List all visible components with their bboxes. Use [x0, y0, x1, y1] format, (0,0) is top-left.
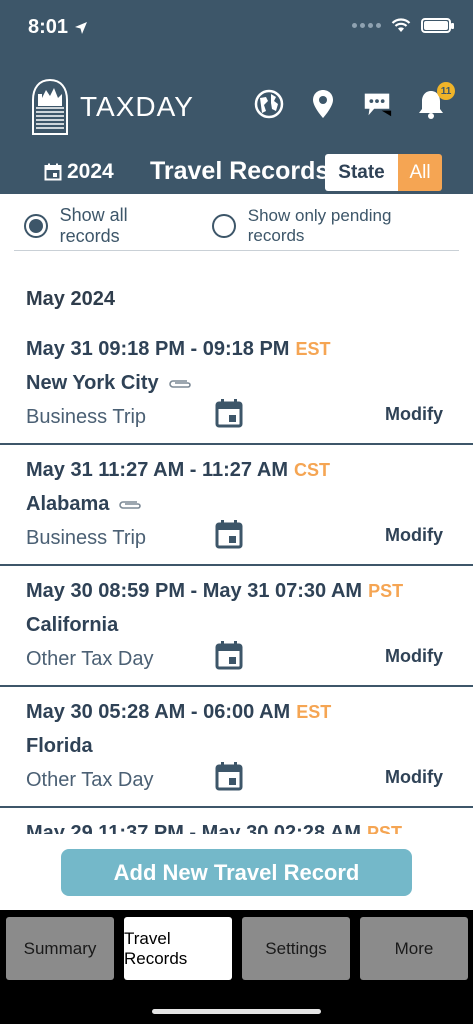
tab-label: Summary: [23, 938, 97, 958]
calendar-icon[interactable]: [215, 640, 243, 670]
divider: [14, 250, 459, 251]
globe-icon: [254, 89, 284, 119]
tab-settings[interactable]: Settings: [242, 917, 350, 980]
globe-button[interactable]: [253, 88, 285, 120]
tab-more[interactable]: More: [360, 917, 468, 980]
record-location-text: New York City: [26, 372, 159, 394]
modify-button[interactable]: Modify: [385, 646, 443, 667]
radio-show-pending-label: Show only pending records: [247, 206, 392, 245]
brand: TAXDAY: [30, 78, 194, 136]
paperclip-icon: [119, 500, 142, 509]
record-time-text: May 29 11:37 PM - May 30 02:28 AM: [26, 822, 361, 834]
record-time-range: May 31 09:18 PM - 09:18 PM EST: [26, 338, 330, 361]
record-time-text: May 31 11:27 AM - 11:27 AM: [26, 459, 288, 481]
record-timezone: EST: [296, 702, 332, 722]
brand-name: TAXDAY: [80, 91, 194, 122]
year-label: 2024: [67, 160, 114, 183]
segment-state[interactable]: State: [325, 154, 398, 191]
paperclip-icon: [168, 379, 191, 388]
record-location: New York City: [26, 372, 193, 395]
tab-label: Travel Records: [124, 928, 188, 968]
location-arrow-icon: [75, 21, 88, 34]
record-location: California: [26, 614, 118, 637]
record-time-text: May 30 08:59 PM - May 31 07:30 AM: [26, 580, 363, 602]
radio-show-pending[interactable]: Show only pending records: [212, 206, 449, 246]
travel-record-row[interactable]: May 30 08:59 PM - May 31 07:30 AM PST Cali…: [0, 566, 473, 687]
wifi-icon: [391, 18, 411, 32]
status-bar: 8:01: [0, 0, 473, 56]
status-time-text: 8:01: [28, 16, 69, 38]
add-travel-record-button[interactable]: Add New Travel Record: [61, 849, 412, 896]
modify-button[interactable]: Modify: [385, 404, 443, 425]
record-type: Other Tax Day: [26, 769, 154, 791]
add-button-area: Add New Travel Record: [0, 834, 473, 910]
calendar-icon[interactable]: [215, 761, 243, 791]
tab-summary[interactable]: Summary: [6, 917, 114, 980]
battery-icon: [421, 18, 454, 33]
radio-show-all[interactable]: Show all records: [24, 205, 190, 247]
record-location-text: California: [26, 614, 119, 636]
records-list[interactable]: May 2024 May 31 09:18 PM - 09:18 PM EST Ne…: [0, 252, 473, 834]
location-pin-icon: [313, 90, 333, 118]
record-location-text: Alabama: [26, 493, 110, 515]
header-actions: 11: [253, 82, 455, 120]
record-location-text: Florida: [26, 735, 93, 757]
signal-icon: [352, 23, 381, 28]
home-indicator: [152, 1009, 321, 1014]
record-time-range: May 29 11:37 PM - May 30 02:28 AM PST: [26, 822, 402, 834]
status-time: 8:01: [28, 16, 88, 39]
year-selector[interactable]: 2024: [44, 160, 114, 184]
travel-record-row[interactable]: May 31 11:27 AM - 11:27 AM CST Alabama Busi…: [0, 445, 473, 566]
month-header: May 2024: [26, 288, 115, 310]
modify-button[interactable]: Modify: [385, 767, 443, 788]
status-indicators: [352, 18, 454, 33]
record-time-range: May 30 05:28 AM - 06:00 AM EST: [26, 701, 331, 724]
page-title: Travel Records: [150, 157, 330, 185]
record-location: Alabama: [26, 493, 143, 516]
record-type: Business Trip: [26, 406, 147, 428]
taxday-logo-icon: [32, 78, 68, 135]
record-timezone: PST: [366, 823, 402, 834]
calendar-icon[interactable]: [215, 398, 243, 428]
record-time-range: May 31 11:27 AM - 11:27 AM CST: [26, 459, 330, 482]
record-type: Business Trip: [26, 527, 147, 549]
radio-show-all-label: Show all records: [59, 205, 128, 246]
travel-record-row[interactable]: May 31 09:18 PM - 09:18 PM EST New York Ci…: [0, 324, 473, 445]
segment-all[interactable]: All: [398, 154, 442, 191]
record-time-text: May 30 05:28 AM - 06:00 AM: [26, 701, 291, 723]
record-location: Florida: [26, 735, 93, 758]
record-timezone: PST: [368, 581, 404, 601]
record-timezone: EST: [295, 339, 331, 359]
modify-button[interactable]: Modify: [385, 525, 443, 546]
title-bar: 2024 Travel Records State All: [0, 152, 473, 192]
record-filters: Show all records Show only pending recor…: [24, 205, 449, 247]
notification-badge: 11: [437, 82, 455, 100]
record-timezone: CST: [293, 460, 330, 480]
tab-travel-records[interactable]: Travel Records: [124, 917, 232, 980]
chat-button[interactable]: [361, 88, 393, 120]
record-type: Other Tax Day: [26, 648, 154, 670]
scope-toggle: State All: [325, 154, 442, 191]
record-time-range: May 30 08:59 PM - May 31 07:30 AM PST: [26, 580, 403, 603]
calendar-small-icon: [44, 163, 62, 181]
app-header: 8:01 TAXDAY 11 2024 Travel Records State…: [0, 0, 473, 194]
notifications-button[interactable]: 11: [415, 82, 455, 120]
travel-record-row[interactable]: May 30 05:28 AM - 06:00 AM EST Florida Othe…: [0, 687, 473, 808]
radio-unselected-icon: [212, 214, 236, 238]
record-time-text: May 31 09:18 PM - 09:18 PM: [26, 338, 290, 360]
travel-record-row[interactable]: May 29 11:37 PM - May 30 02:28 AM PST: [0, 808, 473, 834]
tab-label: Settings: [265, 938, 327, 958]
tab-label: More: [394, 938, 434, 958]
calendar-icon[interactable]: [215, 519, 243, 549]
tab-bar: Summary Travel Records Settings More: [0, 910, 473, 1024]
chat-icon: [364, 93, 392, 117]
location-button[interactable]: [307, 88, 339, 120]
radio-selected-icon: [24, 214, 48, 238]
